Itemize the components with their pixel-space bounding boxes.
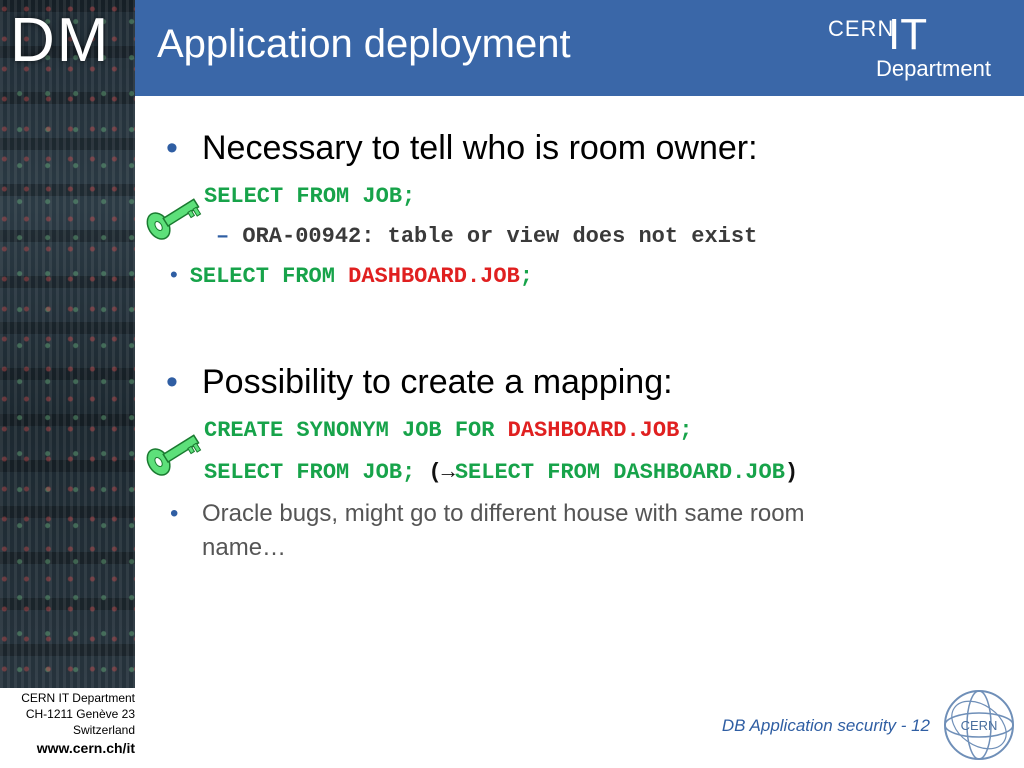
bullet-item: • Oracle bugs, might go to different hou… [160,497,1002,564]
cern-seal-icon: CERN [944,690,1014,760]
code-suffix: ; [679,418,693,443]
dash-marker: – [216,224,230,249]
bullet-text-line1: Oracle bugs, might go to different house… [202,500,805,527]
code-target: SELECT FROM DASHBOARD.JOB [454,460,785,485]
code-prefix: SELECT FROM JOB; [204,460,429,485]
code-suffix: ; [519,264,533,289]
error-text: ORA-00942: table or view does not exist [242,224,758,249]
page-title: Application deployment [157,22,571,66]
bullet-item: • Possibility to create a mapping: [160,363,673,401]
footer-dept: CERN IT Department [21,691,135,705]
sidebar-decoration: DM [0,0,135,688]
header-band: Application deployment CERN IT Departmen… [135,0,1024,96]
error-line: – ORA-00942: table or view does not exis… [216,224,757,249]
dm-logo: DM [10,6,111,75]
code-prefix: CREATE SYNONYM JOB FOR [204,418,508,443]
code-table: DASHBOARD.JOB [507,418,680,443]
cable-texture [0,0,135,688]
paren-open: ( [428,460,442,485]
footer-url[interactable]: www.cern.ch/it [0,739,135,758]
bullet-text-line2: name… [202,533,287,561]
footer-country: Switzerland [72,723,135,738]
bullet-text: Possibility to create a mapping: [202,363,673,401]
bullet-dot: • [166,363,178,401]
paren-close: ) [784,460,799,485]
seal-text: CERN [961,718,998,733]
key-icon [146,198,202,240]
logo-it-text: IT [888,10,928,59]
code-table: DASHBOARD.JOB [348,264,520,289]
code-line: SELECT FROM JOB; (→SELECT FROM DASHBOARD… [204,460,798,485]
code-prefix: SELECT FROM [189,264,349,289]
slide-label: DB Application security - 12 [721,716,930,735]
footer-address-line: CH-1211 Genève 23 [25,707,135,722]
code-bullet: • SELECT FROM DASHBOARD.JOB; [170,262,533,289]
bullet-dot: • [166,129,178,167]
footer-address: CERN IT Department CH-1211 Genève 23 Swi… [0,690,135,757]
cern-it-logo: CERN IT Department [816,10,1016,86]
logo-department-text: Department [876,56,991,81]
key-icon [146,434,202,476]
bullet-item: • Necessary to tell who is room owner: [160,129,758,167]
arrow-icon: → [441,460,455,485]
bullet-dot: • [170,262,178,287]
bullet-text: Necessary to tell who is room owner: [202,129,758,167]
bullet-dot: • [170,500,179,527]
logo-cern-text: CERN [828,16,895,41]
code-line: CREATE SYNONYM JOB FOR DASHBOARD.JOB; [204,418,693,443]
code-line: SELECT FROM JOB; [204,184,416,209]
